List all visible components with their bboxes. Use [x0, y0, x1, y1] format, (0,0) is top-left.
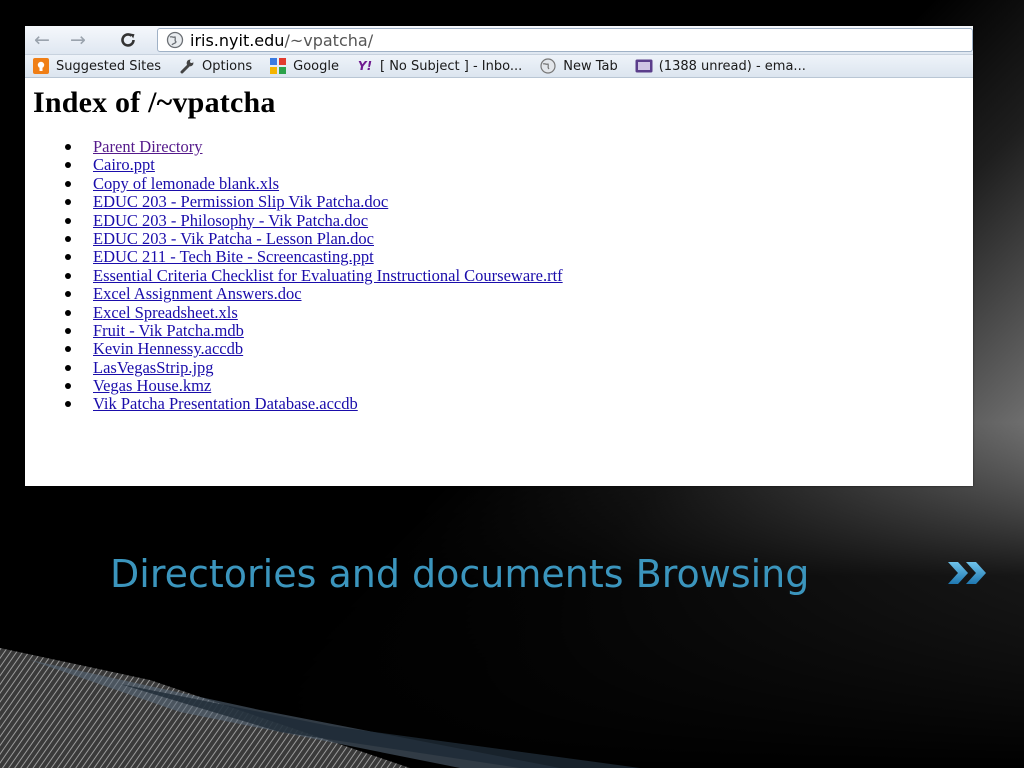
bullet-icon: [65, 144, 71, 150]
file-link[interactable]: Kevin Hennessy.accdb: [93, 339, 243, 358]
file-list-item: Essential Criteria Checklist for Evaluat…: [25, 266, 563, 285]
file-list-item: Vegas House.kmz: [25, 377, 563, 395]
file-list-item: Cairo.ppt: [25, 156, 563, 174]
file-link[interactable]: EDUC 203 - Philosophy - Vik Patcha.doc: [93, 211, 368, 230]
bullet-icon: [65, 346, 71, 353]
globe-icon: [166, 31, 184, 49]
bullet-icon: [65, 180, 71, 187]
file-link[interactable]: Fruit - Vik Patcha.mdb: [93, 321, 244, 340]
file-link[interactable]: Excel Spreadsheet.xls: [93, 303, 238, 322]
url-text: iris.nyit.edu/~vpatcha/: [190, 31, 373, 50]
wrench-icon: [178, 58, 196, 74]
bullet-icon: [65, 309, 71, 316]
file-list-item: Excel Spreadsheet.xls: [25, 303, 563, 322]
bullet-icon: [65, 235, 71, 242]
file-list-item: Fruit - Vik Patcha.mdb: [25, 321, 563, 340]
url-host: iris.nyit.edu: [190, 30, 285, 50]
bookmark-label: Suggested Sites: [56, 58, 161, 74]
file-list-item: EDUC 211 - Tech Bite - Screencasting.ppt: [25, 248, 563, 266]
bullet-icon: [65, 272, 71, 279]
file-list-item: EDUC 203 - Philosophy - Vik Patcha.doc: [25, 211, 563, 230]
file-link[interactable]: EDUC 211 - Tech Bite - Screencasting.ppt: [93, 247, 374, 266]
bullet-icon: [65, 199, 71, 206]
bookmark-google[interactable]: Google: [269, 58, 339, 74]
file-link[interactable]: Vik Patcha Presentation Database.accdb: [93, 394, 358, 413]
google-icon: [269, 58, 287, 74]
bookmark-suggested-sites[interactable]: Suggested Sites: [32, 58, 161, 74]
bullet-icon: [65, 254, 71, 261]
file-link[interactable]: Copy of lemonade blank.xls: [93, 174, 279, 193]
bullet-icon: [65, 364, 71, 371]
directory-index-page: Index of /~vpatcha Parent Directory Cairo…: [25, 78, 973, 486]
back-arrow-icon[interactable]: ←: [31, 29, 53, 51]
file-link[interactable]: EDUC 203 - Vik Patcha - Lesson Plan.doc: [93, 229, 374, 248]
bookmark-options[interactable]: Options: [178, 58, 252, 74]
bullet-icon: [65, 383, 71, 390]
bullet-icon: [65, 291, 71, 298]
file-list-item: Vik Patcha Presentation Database.accdb: [25, 395, 563, 413]
file-link[interactable]: LasVegasStrip.jpg: [93, 358, 214, 377]
page-title: Index of /~vpatcha: [33, 86, 276, 119]
parent-directory-link[interactable]: Parent Directory: [93, 137, 203, 156]
file-link[interactable]: EDUC 203 - Permission Slip Vik Patcha.do…: [93, 192, 388, 211]
globe-icon: [539, 58, 557, 74]
bookmark-label: Options: [201, 58, 253, 74]
file-list-item: EDUC 203 - Permission Slip Vik Patcha.do…: [25, 193, 563, 211]
bullet-icon: [65, 327, 71, 334]
bookmark-label: (1388 unread) - ema...: [658, 58, 806, 74]
file-link[interactable]: Vegas House.kmz: [93, 376, 211, 395]
bookmark-new-tab[interactable]: New Tab: [539, 58, 618, 74]
bookmarks-bar: Suggested Sites Options Google Y! [ No S…: [25, 55, 973, 78]
suggested-sites-icon: [32, 58, 50, 74]
reload-icon[interactable]: [117, 29, 139, 51]
bookmark-label: Google: [293, 58, 339, 74]
browser-screenshot: ← → iris.nyit.edu/~vpatcha/ Suggested Si…: [25, 26, 973, 486]
file-list-item: Parent Directory: [25, 138, 563, 156]
decorative-stripes: [0, 648, 640, 768]
address-bar[interactable]: iris.nyit.edu/~vpatcha/: [157, 28, 973, 52]
file-list-item: Excel Assignment Answers.doc: [25, 285, 563, 303]
bullet-icon: [65, 162, 71, 169]
bullet-icon: [65, 401, 71, 408]
file-link[interactable]: Essential Criteria Checklist for Evaluat…: [93, 266, 563, 285]
yahoo-icon: Y!: [357, 59, 373, 73]
slide-title: Directories and documents Browsing: [110, 552, 810, 596]
forward-arrow-icon[interactable]: →: [67, 29, 89, 51]
bookmark-label: [ No Subject ] - Inbo...: [380, 58, 523, 74]
file-list-item: Copy of lemonade blank.xls: [25, 174, 563, 193]
file-list: Parent Directory Cairo.ppt Copy of lemonad…: [25, 138, 563, 414]
browser-toolbar: ← → iris.nyit.edu/~vpatcha/: [25, 26, 973, 55]
file-list-item: Kevin Hennessy.accdb: [25, 340, 563, 358]
bookmark-email[interactable]: (1388 unread) - ema...: [635, 58, 806, 74]
url-path: /~vpatcha/: [284, 30, 374, 50]
mail-icon: [635, 58, 653, 74]
file-list-item: EDUC 203 - Vik Patcha - Lesson Plan.doc: [25, 229, 563, 248]
bookmark-label: New Tab: [563, 58, 618, 74]
file-link[interactable]: Excel Assignment Answers.doc: [93, 284, 302, 303]
file-link[interactable]: Cairo.ppt: [93, 155, 155, 174]
double-chevron-right-icon[interactable]: [946, 560, 992, 586]
bookmark-yahoo-inbox[interactable]: Y! [ No Subject ] - Inbo...: [356, 58, 522, 74]
file-list-item: LasVegasStrip.jpg: [25, 358, 563, 377]
bullet-icon: [65, 217, 71, 224]
